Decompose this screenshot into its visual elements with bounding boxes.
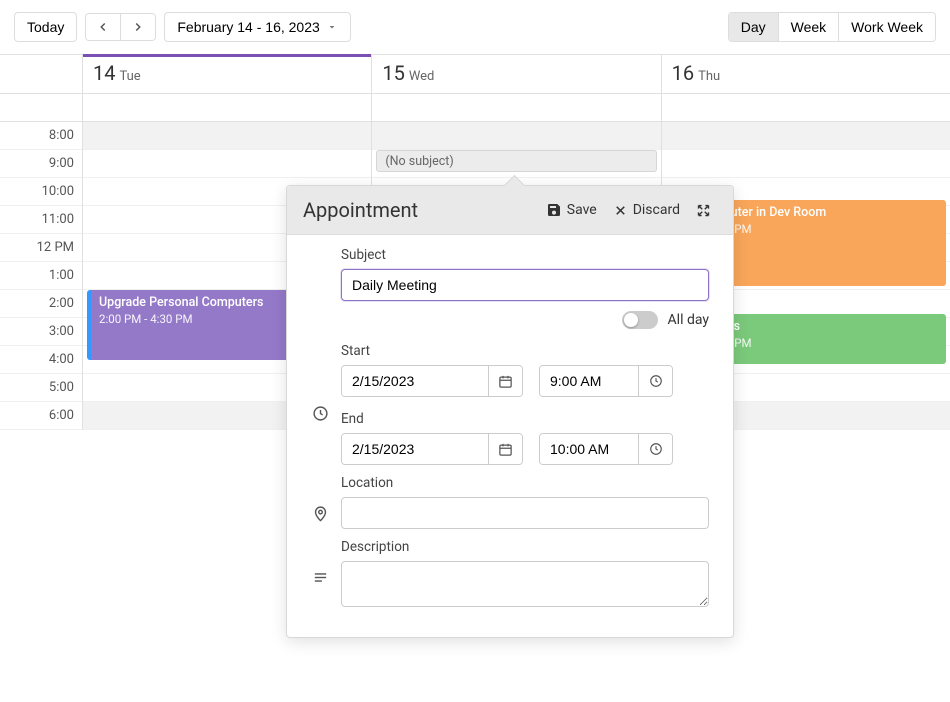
end-date-input[interactable] <box>342 434 488 464</box>
time-label: 4:00 <box>0 346 82 374</box>
allday-cell[interactable] <box>371 94 660 121</box>
allday-label: All day <box>668 312 709 328</box>
save-icon <box>546 202 562 218</box>
clock-icon <box>312 405 329 422</box>
end-time-input-group <box>539 433 673 465</box>
subject-label: Subject <box>341 247 709 263</box>
time-label: 3:00 <box>0 318 82 346</box>
popover-header: Appointment Save Discard <box>287 186 733 235</box>
time-label: 6:00 <box>0 402 82 430</box>
time-label: 2:00 <box>0 290 82 318</box>
chevron-right-icon <box>131 20 145 34</box>
view-work-week-button[interactable]: Work Week <box>839 13 935 41</box>
new-event-placeholder[interactable]: (No subject) <box>376 150 656 172</box>
scheduler-root: Today February 14 - 16, 2023 Day Week Wo… <box>0 0 950 430</box>
end-date-picker-button[interactable] <box>488 434 522 464</box>
toolbar: Today February 14 - 16, 2023 Day Week Wo… <box>0 0 950 54</box>
start-time-picker-button[interactable] <box>638 366 672 396</box>
discard-button[interactable]: Discard <box>607 198 686 222</box>
day-number: 15 <box>382 61 404 85</box>
date-nav-group <box>85 13 156 41</box>
clock-icon <box>649 374 663 388</box>
start-date-input[interactable] <box>342 366 488 396</box>
day-name: Thu <box>698 69 720 84</box>
next-button[interactable] <box>121 14 155 40</box>
event-router[interactable]: Router in Dev Room :30 PM <box>704 200 946 286</box>
end-time-picker-button[interactable] <box>638 434 672 464</box>
allday-cell[interactable] <box>82 94 371 121</box>
subject-input[interactable] <box>341 269 709 301</box>
time-label: 12 PM <box>0 234 82 262</box>
location-icon <box>312 505 329 522</box>
caret-down-icon <box>326 21 338 33</box>
today-button[interactable]: Today <box>14 12 77 42</box>
time-label: 9:00 <box>0 150 82 178</box>
expand-icon <box>696 203 711 218</box>
clock-icon <box>649 442 663 456</box>
event-time: :45 PM <box>716 336 938 350</box>
time-label: 1:00 <box>0 262 82 290</box>
close-icon <box>613 203 628 218</box>
day-header-tue[interactable]: 14 Tue <box>83 55 371 93</box>
end-label: End <box>341 411 709 427</box>
fullscreen-button[interactable] <box>690 199 717 222</box>
event-title: ures <box>716 319 938 334</box>
event-title: Router in Dev Room <box>716 205 938 220</box>
start-time-input[interactable] <box>540 366 638 396</box>
calendar-icon <box>498 442 513 457</box>
save-label: Save <box>567 202 597 218</box>
time-label: 10:00 <box>0 178 82 206</box>
day-name: Tue <box>119 69 140 84</box>
description-input[interactable] <box>341 561 709 607</box>
time-label: 8:00 <box>0 122 82 150</box>
start-date-picker-button[interactable] <box>488 366 522 396</box>
popover-title: Appointment <box>303 198 540 222</box>
day-number: 14 <box>93 61 115 85</box>
prev-button[interactable] <box>86 14 121 40</box>
event-time: :30 PM <box>716 222 938 236</box>
end-date-input-group <box>341 433 523 465</box>
time-labels: 8:00 9:00 10:00 11:00 12 PM 1:00 2:00 3:… <box>0 122 82 430</box>
day-header-thu[interactable]: 16 Thu <box>662 55 950 93</box>
description-label: Description <box>341 539 709 555</box>
start-date-input-group <box>341 365 523 397</box>
event-green[interactable]: ures :45 PM <box>704 314 946 364</box>
allday-cell[interactable] <box>661 94 950 121</box>
location-label: Location <box>341 475 709 491</box>
calendar-icon <box>498 374 513 389</box>
time-label: 5:00 <box>0 374 82 402</box>
start-time-input-group <box>539 365 673 397</box>
chevron-left-icon <box>96 20 110 34</box>
allday-row <box>0 94 950 122</box>
start-label: Start <box>341 343 709 359</box>
date-range-dropdown[interactable]: February 14 - 16, 2023 <box>164 12 350 42</box>
description-icon <box>312 569 329 586</box>
date-range-label: February 14 - 16, 2023 <box>177 19 319 35</box>
day-header-wed[interactable]: 15 Wed <box>372 55 660 93</box>
day-name: Wed <box>409 69 435 84</box>
time-label: 11:00 <box>0 206 82 234</box>
appointment-popover: Appointment Save Discard <box>286 185 734 638</box>
location-input[interactable] <box>341 497 709 529</box>
allday-switch[interactable] <box>622 311 658 329</box>
save-button[interactable]: Save <box>540 198 603 222</box>
day-number: 16 <box>672 61 694 85</box>
view-switcher: Day Week Work Week <box>728 12 936 42</box>
day-headers: 14 Tue 15 Wed 16 Thu <box>0 55 950 94</box>
view-week-button[interactable]: Week <box>779 13 840 41</box>
end-time-input[interactable] <box>540 434 638 464</box>
discard-label: Discard <box>633 202 680 218</box>
view-day-button[interactable]: Day <box>729 13 779 41</box>
calendar-grid: 14 Tue 15 Wed 16 Thu 8:00 9:00 10:00 11:00 … <box>0 54 950 430</box>
